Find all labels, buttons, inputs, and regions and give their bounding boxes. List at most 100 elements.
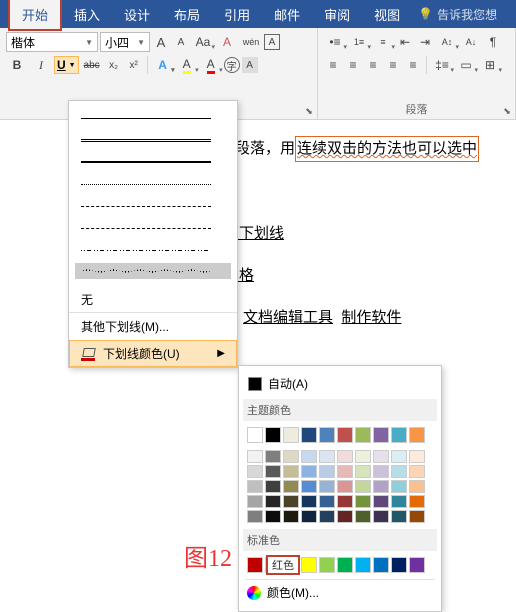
align-center-button[interactable]: ≡ xyxy=(344,55,362,75)
color-swatch[interactable] xyxy=(373,450,389,463)
color-swatch[interactable] xyxy=(391,510,407,523)
color-swatch[interactable] xyxy=(319,427,335,443)
color-swatch[interactable] xyxy=(355,480,371,493)
bold-button[interactable]: B xyxy=(6,55,28,75)
color-swatch[interactable] xyxy=(319,510,335,523)
color-swatch[interactable] xyxy=(301,427,317,443)
color-swatch[interactable] xyxy=(319,465,335,478)
shading-button[interactable]: ▭▾ xyxy=(455,55,477,75)
color-swatch[interactable] xyxy=(319,495,335,508)
color-swatch[interactable] xyxy=(247,495,263,508)
color-swatch[interactable] xyxy=(355,427,371,443)
color-swatch[interactable] xyxy=(247,557,263,573)
color-swatch[interactable] xyxy=(391,450,407,463)
color-swatch[interactable] xyxy=(373,510,389,523)
font-color-button[interactable]: A▾ xyxy=(200,55,222,75)
char-shading-button[interactable]: A xyxy=(242,57,258,73)
color-swatch[interactable] xyxy=(355,557,371,573)
underline-style-dotdash[interactable] xyxy=(81,217,225,239)
color-swatch[interactable] xyxy=(337,450,353,463)
distributed-button[interactable]: ≡ xyxy=(404,55,422,75)
color-swatch[interactable] xyxy=(373,480,389,493)
underline-style-thick[interactable] xyxy=(81,151,225,173)
multilevel-button[interactable]: ≡▾ xyxy=(372,32,394,52)
highlight-button[interactable]: A▾ xyxy=(176,55,198,75)
color-swatch[interactable] xyxy=(265,427,281,443)
color-automatic[interactable]: 自动(A) xyxy=(245,372,435,395)
color-swatch[interactable] xyxy=(283,450,299,463)
enclosed-char-button[interactable]: 字 xyxy=(224,57,240,73)
color-swatch[interactable] xyxy=(247,465,263,478)
tell-me[interactable]: 💡告诉我您想 xyxy=(418,6,497,23)
color-swatch[interactable] xyxy=(301,465,317,478)
color-swatch[interactable] xyxy=(409,557,425,573)
line-spacing-button[interactable]: ‡≡▾ xyxy=(431,55,453,75)
color-swatch[interactable] xyxy=(301,557,317,573)
tab-review[interactable]: 审阅 xyxy=(312,0,362,29)
decrease-indent-button[interactable]: ⇤ xyxy=(396,32,414,52)
italic-button[interactable]: I xyxy=(30,55,52,75)
color-swatch[interactable] xyxy=(391,557,407,573)
color-swatch[interactable] xyxy=(409,480,425,493)
underline-style-dashed[interactable] xyxy=(81,195,225,217)
font-size-combo[interactable]: 小四▼ xyxy=(100,32,150,52)
color-swatch[interactable] xyxy=(337,427,353,443)
tab-layout[interactable]: 布局 xyxy=(162,0,212,29)
increase-indent-button[interactable]: ⇥ xyxy=(416,32,434,52)
color-swatch[interactable] xyxy=(247,510,263,523)
color-swatch[interactable] xyxy=(301,450,317,463)
color-swatch[interactable] xyxy=(337,465,353,478)
color-swatch[interactable] xyxy=(301,495,317,508)
underline-style-single[interactable] xyxy=(81,107,225,129)
grow-font-button[interactable]: A xyxy=(152,32,170,52)
color-swatch[interactable] xyxy=(337,495,353,508)
numbering-button[interactable]: 1≡▾ xyxy=(348,32,370,52)
color-swatch[interactable] xyxy=(391,465,407,478)
more-colors[interactable]: 颜色(M)... xyxy=(245,579,435,605)
color-swatch[interactable] xyxy=(373,427,389,443)
paragraph-dialog-launcher[interactable]: ⬊ xyxy=(501,105,513,117)
tab-view[interactable]: 视图 xyxy=(362,0,412,29)
color-swatch[interactable] xyxy=(301,510,317,523)
color-swatch[interactable] xyxy=(283,465,299,478)
underline-style-double[interactable] xyxy=(81,129,225,151)
tab-references[interactable]: 引用 xyxy=(212,0,262,29)
color-swatch[interactable] xyxy=(355,495,371,508)
color-swatch[interactable] xyxy=(319,557,335,573)
color-swatch[interactable] xyxy=(265,450,281,463)
subscript-button[interactable]: x₂ xyxy=(105,55,123,75)
color-swatch[interactable] xyxy=(247,427,263,443)
color-swatch[interactable] xyxy=(283,495,299,508)
clear-format-button[interactable]: A xyxy=(216,32,238,52)
color-swatch[interactable] xyxy=(355,465,371,478)
strikethrough-button[interactable]: abc xyxy=(81,55,103,75)
color-swatch[interactable] xyxy=(409,495,425,508)
superscript-button[interactable]: x² xyxy=(125,55,143,75)
color-swatch[interactable] xyxy=(409,450,425,463)
tab-home[interactable]: 开始 xyxy=(8,0,62,31)
color-swatch[interactable] xyxy=(409,465,425,478)
underline-split-button[interactable]: U▼ xyxy=(54,56,79,74)
char-border-button[interactable]: A xyxy=(264,34,280,50)
text-direction-button[interactable]: A↕▾ xyxy=(436,32,458,52)
color-swatch[interactable] xyxy=(355,450,371,463)
sort-button[interactable]: A↓ xyxy=(460,32,482,52)
color-swatch[interactable] xyxy=(265,465,281,478)
change-case-button[interactable]: Aa▾ xyxy=(192,32,214,52)
underline-style-dotdotdash[interactable] xyxy=(81,239,225,261)
color-swatch[interactable] xyxy=(265,495,281,508)
color-swatch[interactable] xyxy=(355,510,371,523)
shrink-font-button[interactable]: A xyxy=(172,32,190,52)
color-swatch[interactable] xyxy=(337,510,353,523)
font-dialog-launcher[interactable]: ⬊ xyxy=(303,105,315,117)
underline-style-wave[interactable] xyxy=(75,263,231,279)
color-swatch[interactable] xyxy=(337,480,353,493)
underline-style-none[interactable]: 无 xyxy=(69,287,237,312)
more-underlines[interactable]: 其他下划线(M)... xyxy=(69,312,237,340)
bullets-button[interactable]: •≡▾ xyxy=(324,32,346,52)
color-swatch[interactable] xyxy=(337,557,353,573)
color-swatch[interactable] xyxy=(391,480,407,493)
color-swatch[interactable] xyxy=(283,510,299,523)
tab-insert[interactable]: 插入 xyxy=(62,0,112,29)
show-marks-button[interactable]: ¶ xyxy=(484,32,502,52)
